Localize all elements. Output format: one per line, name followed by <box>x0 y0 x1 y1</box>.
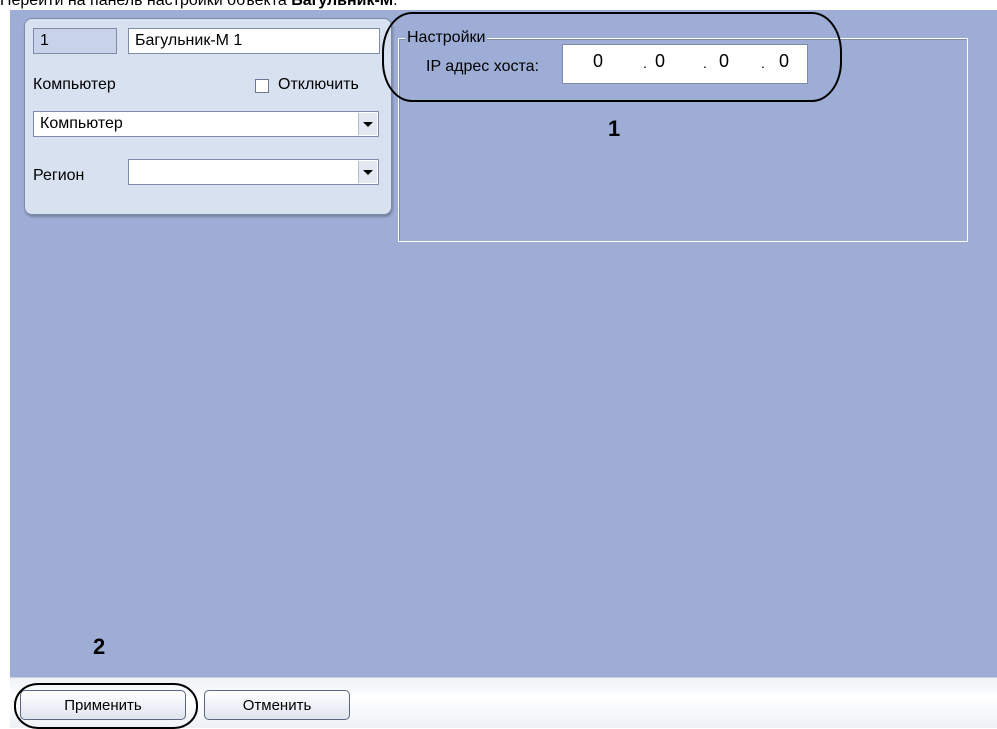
object-id-field[interactable]: 1 <box>33 28 117 54</box>
disable-label: Отключить <box>278 76 359 93</box>
region-label: Регион <box>33 167 85 184</box>
document-caption: Перейти на панель настройки объекта Багу… <box>0 0 398 10</box>
caption-end: . <box>393 0 398 9</box>
region-select[interactable] <box>128 159 379 185</box>
callout-ellipse-1 <box>382 12 842 102</box>
object-properties-group: 1 Багульник-М 1 Компьютер Отключить Комп… <box>24 18 392 215</box>
computer-label: Компьютер <box>33 76 116 93</box>
callout-ellipse-2 <box>14 683 198 729</box>
caption-object-name: Багульник-М <box>291 0 394 9</box>
cancel-button[interactable]: Отменить <box>204 690 350 720</box>
chevron-down-icon[interactable] <box>358 161 377 183</box>
callout-number-2: 2 <box>93 634 106 659</box>
object-name-field[interactable]: Багульник-М 1 <box>128 28 380 54</box>
computer-select-value: Компьютер <box>40 115 123 132</box>
settings-panel: 1 Багульник-М 1 Компьютер Отключить Комп… <box>10 10 997 677</box>
caption-text: Перейти на панель настройки объекта <box>0 0 292 9</box>
computer-select[interactable]: Компьютер <box>33 111 379 137</box>
callout-number-1: 1 <box>608 116 621 141</box>
chevron-down-icon[interactable] <box>358 113 377 135</box>
disable-checkbox[interactable] <box>255 79 269 93</box>
